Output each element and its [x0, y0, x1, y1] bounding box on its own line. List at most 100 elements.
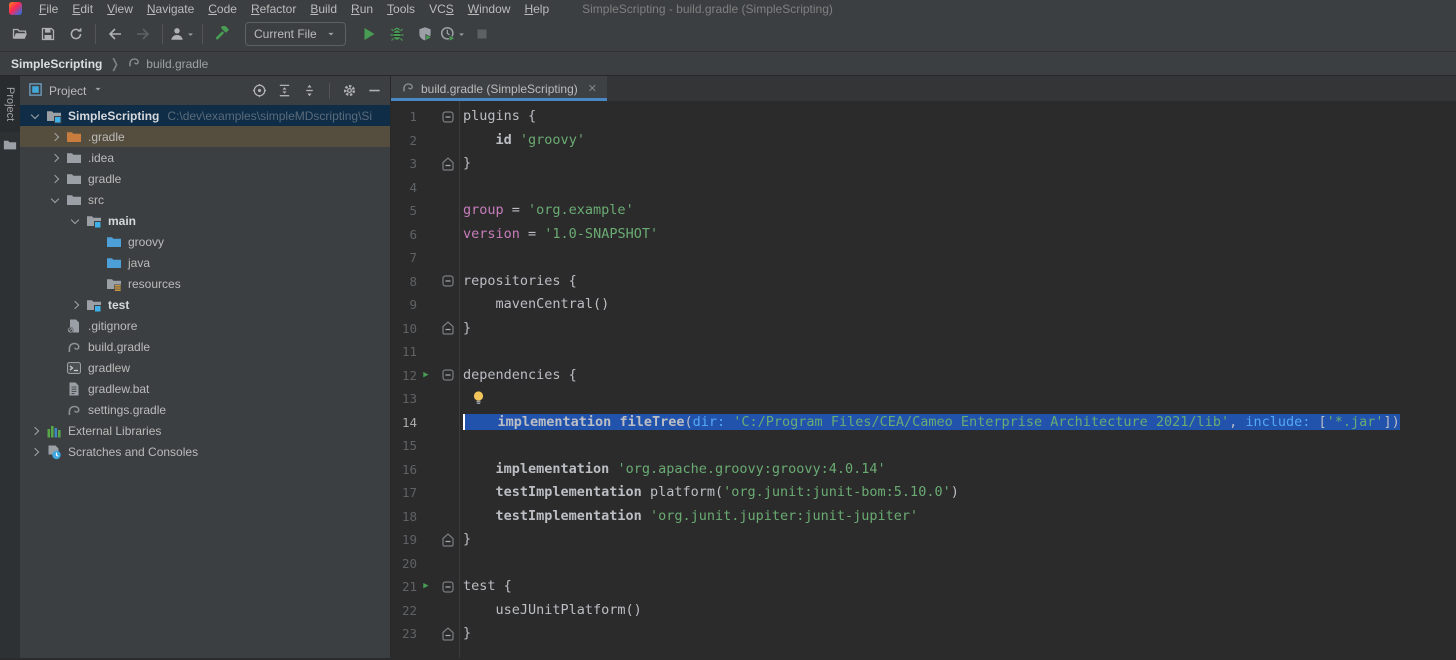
code-line-20[interactable]: 20: [391, 552, 1456, 576]
code-line-13[interactable]: 13: [391, 387, 1456, 411]
menu-window[interactable]: Window: [461, 2, 518, 16]
code-line-19[interactable]: 19}: [391, 528, 1456, 552]
tree-item--gradle[interactable]: .gradle: [20, 126, 390, 147]
folder-stripe-icon[interactable]: [3, 138, 17, 155]
code-line-1[interactable]: 1plugins {: [391, 105, 1456, 129]
project-view-selector[interactable]: Project: [28, 82, 104, 100]
line-number: 21: [391, 575, 417, 599]
forward-icon[interactable]: [130, 21, 156, 47]
chevron-collapsed-icon[interactable]: [26, 444, 46, 460]
fold-end-icon[interactable]: [435, 157, 455, 171]
menu-vcs[interactable]: VCS: [422, 2, 461, 16]
open-icon[interactable]: [7, 21, 33, 47]
gear-icon[interactable]: [342, 83, 357, 98]
code-line-17[interactable]: 17 testImplementation platform('org.juni…: [391, 481, 1456, 505]
tab-build-gradle[interactable]: build.gradle (SimpleScripting) ✕: [391, 76, 607, 101]
code-line-15[interactable]: 15: [391, 434, 1456, 458]
chevron-collapsed-icon[interactable]: [46, 129, 66, 145]
tree-item--gitignore[interactable]: .gitignore: [20, 315, 390, 336]
tree-item-src[interactable]: src: [20, 189, 390, 210]
run-icon[interactable]: [356, 21, 382, 47]
code-line-12[interactable]: 12▶dependencies {: [391, 364, 1456, 388]
chevron-collapsed-icon[interactable]: [46, 150, 66, 166]
project-stripe-button[interactable]: Project: [0, 76, 20, 132]
run-gutter-icon[interactable]: ▶: [417, 575, 435, 599]
code-line-2[interactable]: 2 id 'groovy': [391, 129, 1456, 153]
code-line-7[interactable]: 7: [391, 246, 1456, 270]
tree-item-external-libraries[interactable]: External Libraries: [20, 420, 390, 441]
code-line-8[interactable]: 8repositories {: [391, 270, 1456, 294]
fold-end-icon[interactable]: [435, 321, 455, 335]
back-icon[interactable]: [102, 21, 128, 47]
sync-icon[interactable]: [63, 21, 89, 47]
menu-navigate[interactable]: Navigate: [140, 2, 201, 16]
menu-file[interactable]: File: [32, 2, 65, 16]
profiler-icon[interactable]: [440, 21, 467, 47]
menu-refactor[interactable]: Refactor: [244, 2, 303, 16]
menu-build[interactable]: Build: [303, 2, 344, 16]
breadcrumb-project[interactable]: SimpleScripting: [11, 57, 102, 71]
fold-end-icon[interactable]: [435, 533, 455, 547]
fold-start-icon[interactable]: [435, 275, 455, 287]
tree-item-simplescripting[interactable]: SimpleScriptingC:\dev\examples\simpleMDs…: [20, 105, 390, 126]
code-line-4[interactable]: 4: [391, 176, 1456, 200]
collapse-icon[interactable]: [302, 83, 317, 98]
chevron-collapsed-icon[interactable]: [26, 423, 46, 439]
chevron-collapsed-icon[interactable]: [66, 297, 86, 313]
intention-bulb-icon[interactable]: [471, 390, 486, 415]
chevron-expanded-icon[interactable]: [26, 108, 46, 124]
menu-run[interactable]: Run: [344, 2, 380, 16]
code-line-10[interactable]: 10}: [391, 317, 1456, 341]
fold-start-icon[interactable]: [435, 111, 455, 123]
minus-icon[interactable]: [367, 83, 382, 98]
chevron-expanded-icon[interactable]: [66, 213, 86, 229]
tree-item-groovy[interactable]: groovy: [20, 231, 390, 252]
locate-icon[interactable]: [252, 83, 267, 98]
code-line-11[interactable]: 11: [391, 340, 1456, 364]
chevron-collapsed-icon[interactable]: [46, 171, 66, 187]
breadcrumb-file[interactable]: build.gradle: [127, 55, 208, 72]
fold-start-icon[interactable]: [435, 369, 455, 381]
code-editor[interactable]: 1plugins {2 id 'groovy'3}45group = 'org.…: [391, 101, 1456, 658]
tree-item-main[interactable]: main: [20, 210, 390, 231]
code-line-18[interactable]: 18 testImplementation 'org.junit.jupiter…: [391, 505, 1456, 529]
code-text: }: [459, 152, 1456, 176]
menu-tools[interactable]: Tools: [380, 2, 422, 16]
code-line-9[interactable]: 9 mavenCentral(): [391, 293, 1456, 317]
user-icon[interactable]: [169, 21, 196, 47]
run-gutter-icon[interactable]: ▶: [417, 364, 435, 388]
code-line-23[interactable]: 23}: [391, 622, 1456, 646]
run-configuration-combo[interactable]: Current File: [245, 22, 346, 46]
tree-item-settings-gradle[interactable]: settings.gradle: [20, 399, 390, 420]
fold-start-icon[interactable]: [435, 581, 455, 593]
menu-help[interactable]: Help: [517, 2, 556, 16]
menu-edit[interactable]: Edit: [65, 2, 100, 16]
code-line-21[interactable]: 21▶test {: [391, 575, 1456, 599]
chevron-expanded-icon[interactable]: [46, 192, 66, 208]
tree-item-java[interactable]: java: [20, 252, 390, 273]
save-icon[interactable]: [35, 21, 61, 47]
code-line-5[interactable]: 5group = 'org.example': [391, 199, 1456, 223]
stop-icon[interactable]: [469, 21, 495, 47]
tree-item-gradle[interactable]: gradle: [20, 168, 390, 189]
tree-item-build-gradle[interactable]: build.gradle: [20, 336, 390, 357]
close-icon[interactable]: ✕: [588, 82, 597, 95]
tree-item-test[interactable]: test: [20, 294, 390, 315]
tree-item-resources[interactable]: resources: [20, 273, 390, 294]
tree-item-scratches-and-consoles[interactable]: Scratches and Consoles: [20, 441, 390, 462]
tree-item--idea[interactable]: .idea: [20, 147, 390, 168]
fold-end-icon[interactable]: [435, 627, 455, 641]
debug-icon[interactable]: [384, 21, 410, 47]
code-line-16[interactable]: 16 implementation 'org.apache.groovy:gro…: [391, 458, 1456, 482]
build-hammer-icon[interactable]: [209, 21, 235, 47]
code-line-22[interactable]: 22 useJUnitPlatform(): [391, 599, 1456, 623]
menu-code[interactable]: Code: [201, 2, 244, 16]
tree-item-gradlew[interactable]: gradlew: [20, 357, 390, 378]
menu-view[interactable]: View: [100, 2, 140, 16]
code-line-3[interactable]: 3}: [391, 152, 1456, 176]
code-line-6[interactable]: 6version = '1.0-SNAPSHOT': [391, 223, 1456, 247]
expand-icon[interactable]: [277, 83, 292, 98]
tree-item-gradlew-bat[interactable]: gradlew.bat: [20, 378, 390, 399]
coverage-icon[interactable]: [412, 21, 438, 47]
code-line-14[interactable]: 14 implementation fileTree(dir: 'C:/Prog…: [391, 411, 1456, 435]
